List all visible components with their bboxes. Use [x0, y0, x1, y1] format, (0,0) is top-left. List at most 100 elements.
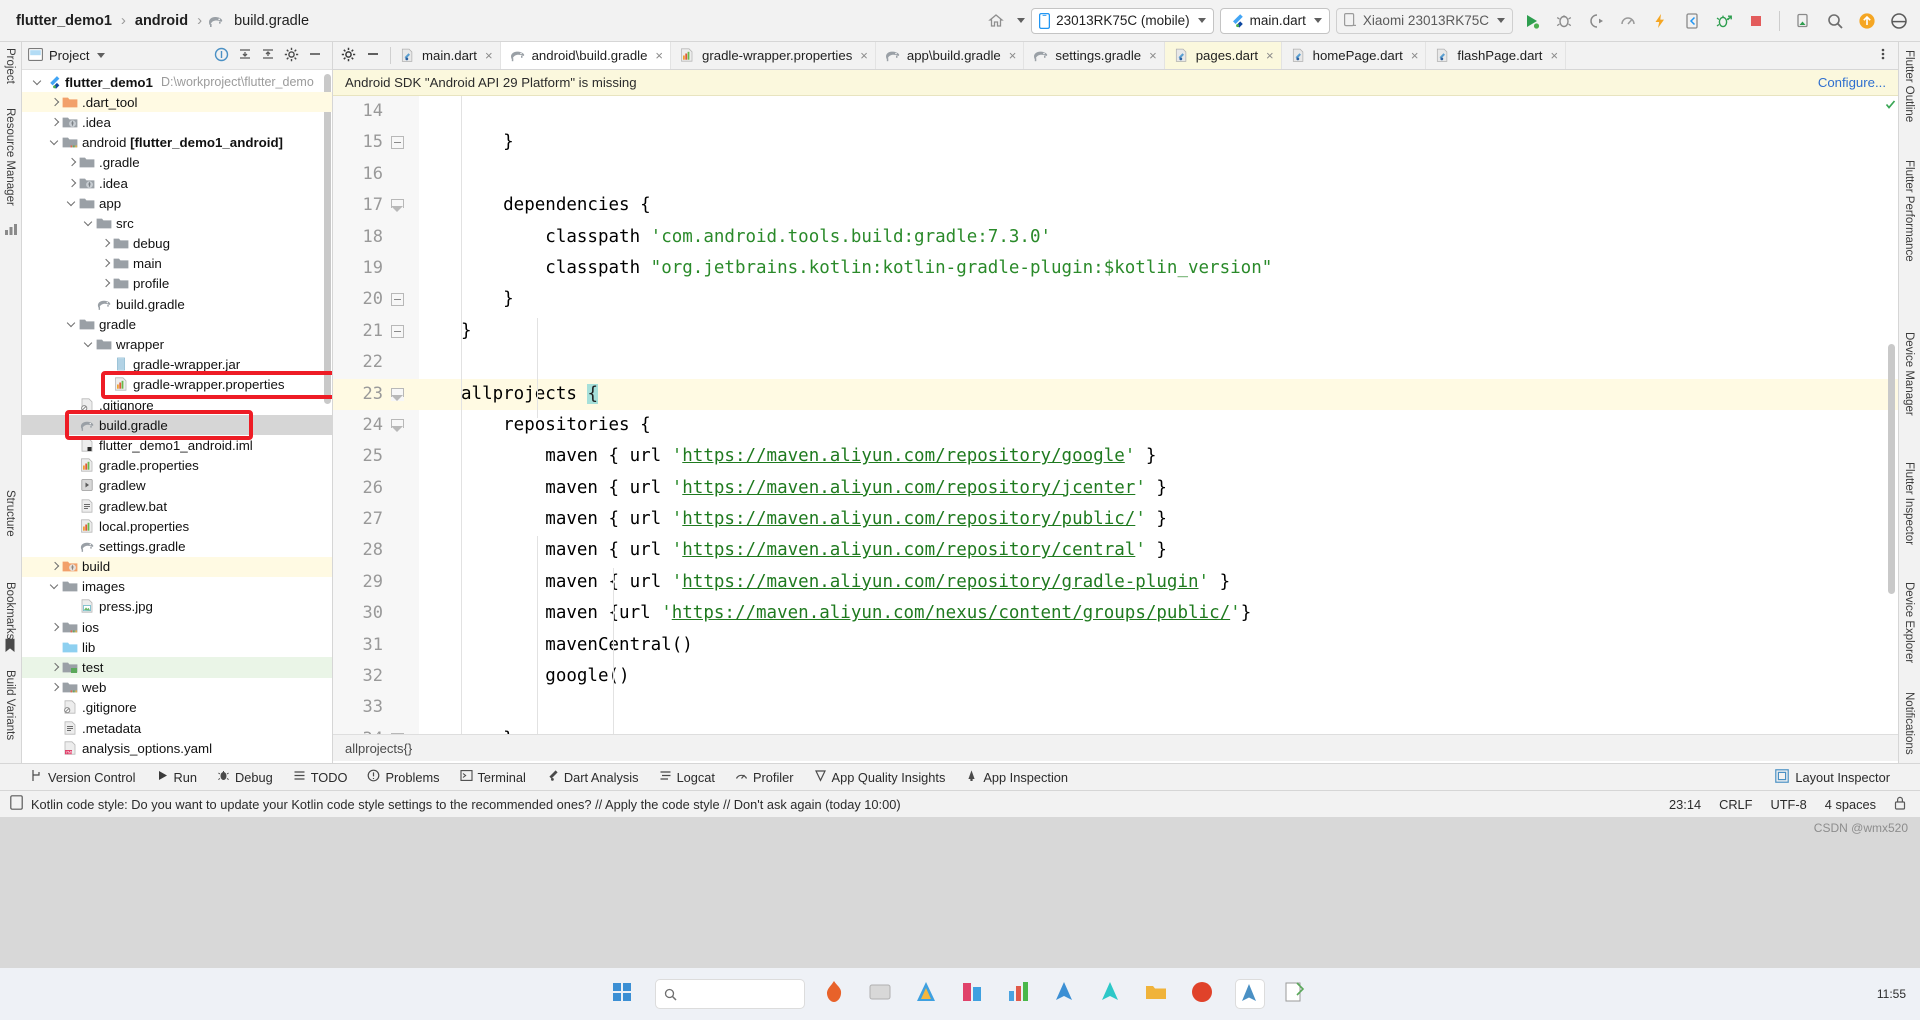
tree-item[interactable]: gradle — [22, 314, 332, 334]
tree-expand-arrow[interactable] — [66, 520, 79, 533]
select-opened-file-icon[interactable] — [214, 47, 229, 65]
profile-icon[interactable] — [1615, 8, 1641, 34]
tree-item[interactable]: .idea — [22, 173, 332, 193]
device-target-selector[interactable]: Xiaomi 23013RK75C — [1335, 7, 1513, 34]
breadcrumb-item-android[interactable]: android — [131, 11, 192, 31]
code-line[interactable]: maven { url 'https://maven.aliyun.com/re… — [461, 504, 1898, 535]
editor-tabs[interactable]: main.dart × android\build.gradle × gradle-wr… — [391, 42, 1868, 69]
expand-all-icon[interactable] — [238, 47, 252, 64]
tree-expand-arrow[interactable] — [83, 298, 96, 311]
tree-item[interactable]: test — [22, 657, 332, 678]
editor-tab[interactable]: android\build.gradle × — [500, 42, 672, 69]
code-url-link[interactable]: https://maven.aliyun.com/repository/grad… — [682, 572, 1198, 592]
tool-window-build-variants[interactable]: Build Variants — [4, 670, 16, 740]
code-content[interactable]: } dependencies { classpath 'com.android.… — [419, 96, 1898, 734]
tree-expand-arrow[interactable] — [66, 399, 79, 412]
tree-item[interactable]: gradle-wrapper.properties — [22, 375, 332, 395]
tool-window-structure[interactable]: Structure — [4, 490, 16, 537]
tool-window-resource-manager[interactable]: Resource Manager — [4, 108, 16, 206]
line-number-gutter[interactable]: 14 15 16 17 18 19 20 21 22 23 24 25 26 27 28 29 30 31 32 33… — [333, 96, 419, 734]
tree-item[interactable]: YML analysis_options.yaml — [22, 738, 332, 758]
code-url-link[interactable]: https://maven.aliyun.com/repository/goog… — [682, 446, 1125, 466]
code-line[interactable] — [461, 159, 1898, 190]
notification-icon[interactable] — [10, 795, 23, 813]
tree-expand-arrow[interactable] — [66, 439, 79, 452]
flutter-device-icon[interactable] — [983, 8, 1009, 34]
editor-tab[interactable]: app\build.gradle × — [875, 42, 1025, 69]
taskbar-app-cyan-icon[interactable] — [1097, 979, 1127, 1009]
configure-link[interactable]: Configure... — [1818, 75, 1886, 90]
tab-list-icon[interactable] — [1876, 47, 1890, 64]
chevron-down-icon[interactable] — [97, 53, 106, 58]
code-line[interactable]: maven { url 'https://maven.aliyun.com/re… — [461, 567, 1898, 598]
status-message[interactable]: Kotlin code style: Do you want to update… — [31, 797, 901, 812]
bottom-tool-run[interactable]: Run — [156, 769, 197, 785]
tree-expand-arrow[interactable] — [49, 701, 62, 714]
tree-expand-arrow[interactable] — [66, 156, 79, 169]
code-line[interactable]: } — [461, 284, 1898, 315]
code-fold-toggle[interactable] — [391, 419, 404, 432]
code-fold-toggle[interactable] — [391, 136, 404, 150]
taskbar-app-android-studio-icon[interactable] — [1235, 979, 1265, 1009]
tool-window-project[interactable]: Project — [4, 48, 16, 84]
code-line[interactable]: classpath 'com.android.tools.build:gradl… — [461, 222, 1898, 253]
tree-expand-arrow[interactable] — [32, 76, 45, 89]
tool-window-device-manager[interactable]: Device Manager — [1903, 332, 1915, 416]
stop-icon[interactable] — [1743, 8, 1769, 34]
tree-expand-arrow[interactable] — [49, 661, 62, 674]
tree-expand-arrow[interactable] — [49, 742, 62, 755]
tree-item[interactable]: wrapper — [22, 334, 332, 354]
tree-item[interactable]: main — [22, 254, 332, 274]
breadcrumb-item-file[interactable]: build.gradle — [230, 11, 313, 31]
run-configuration-selector[interactable]: main.dart — [1219, 7, 1330, 34]
tree-item[interactable]: press.jpg — [22, 597, 332, 617]
tree-item[interactable]: lib — [22, 637, 332, 657]
taskbar-clock[interactable]: 11:55 — [1877, 987, 1906, 1002]
bottom-tool-app-inspection[interactable]: App Inspection — [965, 769, 1068, 785]
code-url-link[interactable]: https://maven.aliyun.com/repository/jcen… — [682, 478, 1135, 498]
code-line[interactable]: } — [461, 724, 1898, 734]
layout-inspector-icon[interactable] — [1775, 768, 1790, 786]
tree-item[interactable]: .gradle — [22, 153, 332, 173]
code-line[interactable] — [461, 347, 1898, 378]
code-fold-toggle[interactable] — [391, 387, 404, 401]
flutter-attach-icon[interactable] — [1679, 8, 1705, 34]
tree-item[interactable]: build.gradle — [22, 415, 332, 436]
tree-item-root[interactable]: flutter_demo1 D:\workproject\flutter_demo — [22, 72, 332, 92]
tree-expand-arrow[interactable] — [66, 600, 79, 613]
bottom-tool-problems[interactable]: Problems — [367, 769, 440, 785]
tree-expand-arrow[interactable] — [66, 177, 79, 190]
tree-expand-arrow[interactable] — [49, 621, 62, 634]
code-line[interactable] — [461, 692, 1898, 723]
tree-item[interactable]: gradlew.bat — [22, 496, 332, 516]
code-line[interactable]: maven {url 'https://maven.aliyun.com/nex… — [461, 598, 1898, 629]
search-icon[interactable] — [1822, 8, 1848, 34]
resource-icon[interactable] — [4, 222, 18, 236]
tree-item[interactable]: gradlew — [22, 476, 332, 496]
close-icon[interactable]: × — [1550, 48, 1558, 63]
tree-item[interactable]: src — [22, 213, 332, 233]
tree-item[interactable]: build.gradle — [22, 294, 332, 314]
taskbar-app-flame-icon[interactable] — [821, 979, 851, 1009]
indent-indicator[interactable]: 4 spaces — [1825, 797, 1876, 812]
project-tree[interactable]: flutter_demo1 D:\workproject\flutter_demo… — [22, 70, 332, 763]
lock-icon[interactable] — [1894, 796, 1906, 813]
editor-tab[interactable]: gradle-wrapper.properties × — [671, 42, 876, 69]
tool-window-flutter-inspector[interactable]: Flutter Inspector — [1903, 462, 1915, 545]
close-icon[interactable]: × — [1009, 48, 1017, 63]
tree-expand-arrow[interactable] — [100, 277, 113, 290]
tree-expand-arrow[interactable] — [49, 580, 62, 593]
gear-icon[interactable] — [341, 47, 356, 65]
tree-expand-arrow[interactable] — [49, 722, 62, 735]
tree-expand-arrow[interactable] — [66, 197, 79, 210]
tool-window-flutter-performance[interactable]: Flutter Performance — [1903, 160, 1915, 262]
bottom-tool-version-control[interactable]: Version Control — [30, 769, 136, 785]
code-line[interactable]: repositories { — [461, 410, 1898, 441]
tree-expand-arrow[interactable] — [66, 479, 79, 492]
tree-expand-arrow[interactable] — [66, 540, 79, 553]
code-line[interactable]: google() — [461, 661, 1898, 692]
bottom-tool-logcat[interactable]: Logcat — [659, 769, 715, 785]
tree-item[interactable]: .gitignore — [22, 698, 332, 718]
layout-inspector-label[interactable]: Layout Inspector — [1795, 770, 1890, 785]
tool-window-notifications[interactable]: Notifications — [1903, 692, 1915, 755]
